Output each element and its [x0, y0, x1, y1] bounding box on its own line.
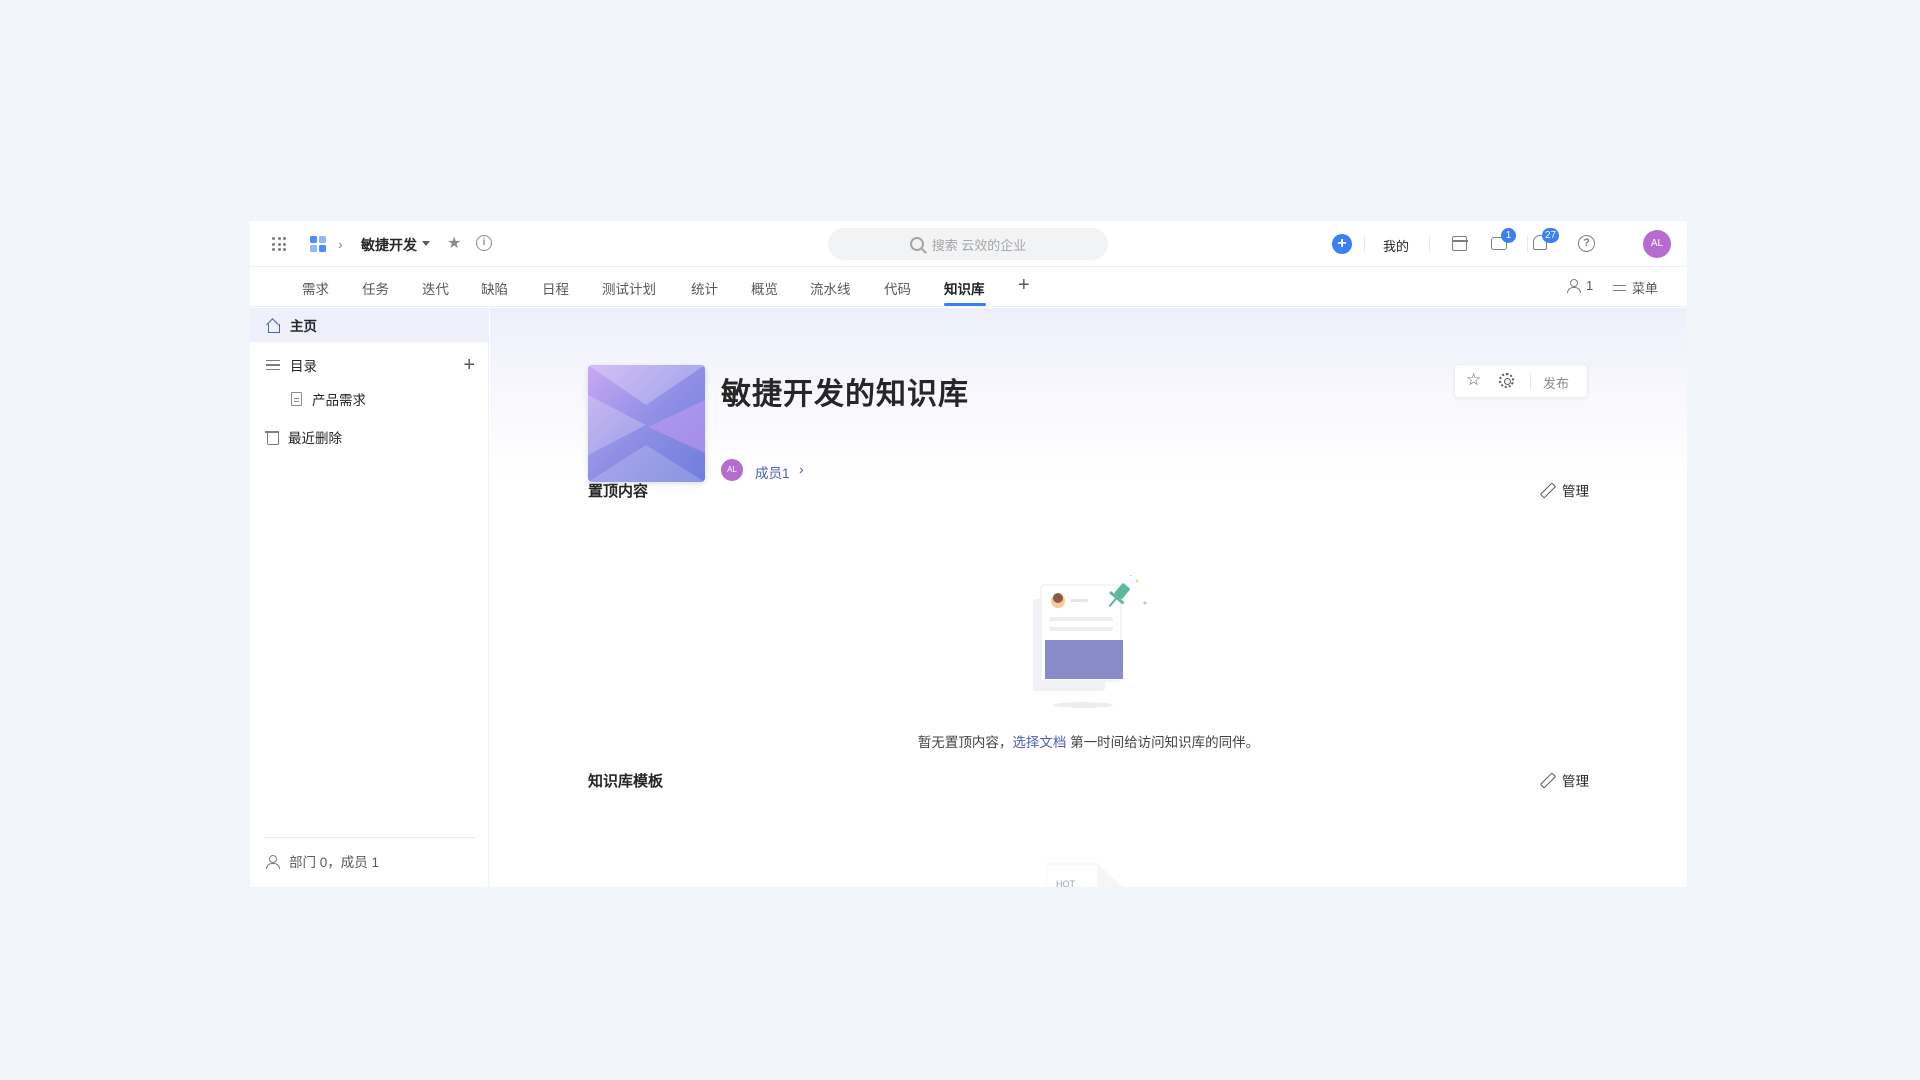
empty-pinned-illustration: [1033, 574, 1151, 710]
knowledge-base-title: 敏捷开发的知识库: [721, 378, 969, 411]
publish-button[interactable]: 发布: [1543, 373, 1569, 392]
tab-overview[interactable]: 概览: [751, 278, 778, 298]
divider: [1530, 374, 1531, 390]
manage-label: 管理: [1562, 774, 1589, 789]
empty-suffix: 第一时间给访问知识库的同伴。: [1066, 735, 1260, 750]
project-name[interactable]: 敏捷开发: [361, 235, 417, 255]
favorite-star-icon[interactable]: ☆: [1466, 370, 1481, 390]
mine-button[interactable]: 我的: [1383, 236, 1409, 255]
manage-label: 管理: [1562, 484, 1589, 499]
pencil-icon: [1540, 773, 1554, 787]
add-catalog-button[interactable]: +: [463, 354, 475, 377]
divider: [1527, 236, 1528, 252]
tab-pipeline[interactable]: 流水线: [810, 278, 851, 298]
user-icon: [266, 854, 280, 869]
sidebar-item-label: 产品需求: [312, 393, 366, 408]
tab-iterations[interactable]: 迭代: [422, 278, 449, 298]
knowledge-base-main: 敏捷开发的知识库 AL 成员1 › ☆ 发布 置顶内容 管理 暂无置顶内容，选择…: [490, 308, 1687, 887]
empty-prefix: 暂无置顶内容，: [917, 735, 1013, 750]
pinned-content-title: 置顶内容: [588, 483, 649, 500]
sidebar-item-label: 主页: [290, 319, 317, 334]
summary-text: 部门 0，成员 1: [289, 855, 380, 870]
member-link[interactable]: 成员1: [755, 462, 790, 482]
tab-code[interactable]: 代码: [884, 278, 911, 298]
tab-defects[interactable]: 缺陷: [481, 278, 508, 298]
knowledge-base-cover[interactable]: [588, 365, 705, 482]
info-icon[interactable]: i: [476, 235, 492, 251]
notification-badge: 27: [1542, 228, 1560, 243]
empty-pinned-message: 暂无置顶内容，选择文档 第一时间给访问知识库的同伴。: [490, 731, 1687, 751]
search-box[interactable]: 搜索 云效的企业: [828, 228, 1108, 260]
select-document-link[interactable]: 选择文档: [1012, 735, 1066, 750]
settings-gear-icon[interactable]: [1499, 373, 1514, 388]
project-logo-icon[interactable]: [310, 236, 326, 252]
create-button[interactable]: +: [1332, 234, 1352, 254]
search-placeholder: 搜索 云效的企业: [931, 237, 1027, 253]
divider: [1429, 236, 1430, 252]
tab-schedule[interactable]: 日程: [542, 278, 569, 298]
tab-knowledge-base[interactable]: 知识库: [944, 278, 985, 298]
divider: [264, 837, 476, 838]
sidebar: 主页 目录 + 产品需求 最近删除 部门 0，成员 1: [250, 308, 489, 887]
sidebar-item-label: 目录: [290, 359, 317, 374]
menu-button[interactable]: 菜单: [1613, 278, 1658, 297]
divider: [1364, 236, 1365, 252]
chevron-right-icon[interactable]: ›: [799, 461, 804, 477]
tab-tasks[interactable]: 任务: [362, 278, 389, 298]
list-icon: [266, 359, 280, 371]
help-icon[interactable]: ?: [1578, 235, 1595, 252]
template-hot-label: HOT: [1056, 879, 1076, 887]
favorite-star-icon[interactable]: ★: [447, 233, 461, 253]
members-icon: [1567, 279, 1581, 293]
user-avatar[interactable]: AL: [1643, 230, 1671, 258]
tab-test-plan[interactable]: 测试计划: [602, 278, 656, 298]
manage-templates-button[interactable]: 管理: [1540, 770, 1589, 790]
message-badge: 1: [1501, 228, 1516, 243]
template-card-peek[interactable]: HOT: [1045, 860, 1136, 887]
sidebar-item-label: 最近删除: [288, 431, 342, 446]
pencil-icon: [1540, 483, 1554, 497]
active-tab-indicator: [944, 303, 986, 306]
tab-requirements[interactable]: 需求: [302, 278, 329, 298]
top-bar: › 敏捷开发 ★ i 搜索 云效的企业 + 我的 1 27 ? AL: [250, 221, 1687, 267]
sidebar-item-recently-deleted[interactable]: 最近删除: [250, 420, 489, 454]
cover-image: [588, 365, 705, 482]
menu-label: 菜单: [1632, 281, 1659, 296]
app-window: › 敏捷开发 ★ i 搜索 云效的企业 + 我的 1 27 ? AL 需求 任务…: [250, 221, 1687, 887]
menu-sliders-icon: [1613, 282, 1626, 294]
sidebar-item-home[interactable]: 主页: [250, 308, 489, 342]
templates-title: 知识库模板: [588, 773, 664, 790]
trash-icon: [265, 430, 279, 445]
project-nav: 需求 任务 迭代 缺陷 日程 测试计划 统计 概览 流水线 代码 知识库 + 1…: [250, 267, 1687, 307]
project-dropdown-icon[interactable]: [422, 241, 430, 246]
home-icon: [266, 319, 280, 333]
document-icon: [291, 392, 302, 406]
tab-statistics[interactable]: 统计: [691, 278, 718, 298]
breadcrumb-chevron-icon: ›: [338, 236, 343, 252]
calendar-icon[interactable]: [1451, 236, 1468, 251]
manage-pinned-button[interactable]: 管理: [1540, 480, 1589, 500]
app-grid-icon[interactable]: [272, 237, 286, 251]
sidebar-item-product-requirements[interactable]: 产品需求: [250, 382, 489, 416]
search-icon: [909, 237, 924, 251]
department-member-summary[interactable]: 部门 0，成员 1: [266, 851, 379, 871]
members-button[interactable]: 1: [1567, 278, 1593, 293]
add-tab-button[interactable]: +: [1018, 274, 1030, 297]
member-avatar: AL: [721, 459, 743, 481]
kb-actions: ☆ 发布: [1454, 364, 1588, 398]
members-count: 1: [1586, 278, 1594, 293]
sidebar-item-catalog[interactable]: 目录 +: [250, 348, 489, 382]
